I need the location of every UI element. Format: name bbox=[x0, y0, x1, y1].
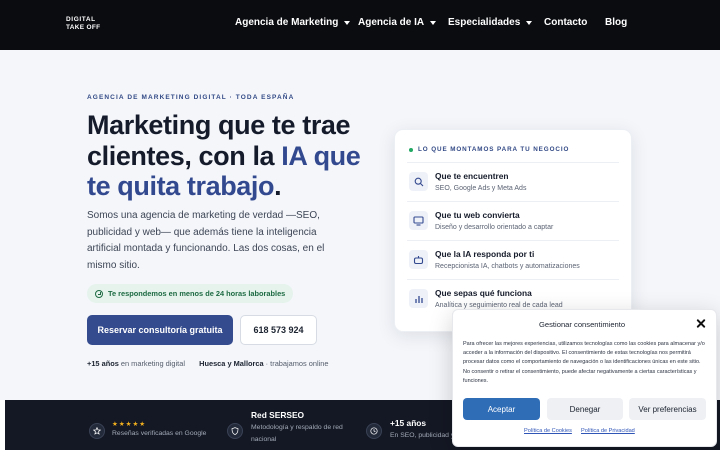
service-title: Que sepas qué funciona bbox=[435, 288, 532, 298]
services-card: LO QUE MONTAMOS PARA TU NEGOCIO Que te e… bbox=[394, 129, 632, 332]
chevron-down-icon bbox=[526, 20, 533, 25]
deny-button[interactable]: Denegar bbox=[547, 398, 623, 420]
nav-item-especialidades[interactable]: Especialidades bbox=[448, 17, 533, 28]
robot-icon bbox=[409, 250, 428, 269]
headline-line1: Marketing que te trae bbox=[87, 110, 351, 140]
service-item-web[interactable]: Que tu web convierta Diseño y desarrollo… bbox=[407, 201, 619, 239]
nav-item-label: Agencia de IA bbox=[358, 17, 425, 28]
headline-highlight: IA que bbox=[281, 140, 361, 171]
stat-location-text: · trabajamos online bbox=[263, 359, 329, 368]
cookie-consent-dialog: Gestionar consentimiento Para ofrecer la… bbox=[452, 309, 717, 447]
service-title: Que la IA responda por ti bbox=[435, 249, 535, 259]
serseo-text: Metodología y respaldo de red nacional bbox=[251, 424, 343, 443]
hero-headline: Marketing que te trae clientes, con la I… bbox=[87, 110, 361, 202]
chevron-down-icon bbox=[430, 20, 437, 25]
site-logo[interactable]: DIGITAL TAKE OFF bbox=[66, 16, 100, 31]
search-icon bbox=[409, 172, 428, 191]
stat-location-bold: Huesca y Mallorca bbox=[199, 359, 264, 368]
headline-line2-text: clientes, con la bbox=[87, 140, 282, 171]
trust-years: +15 años En SEO, publicidad y bbox=[390, 418, 454, 442]
preferences-button[interactable]: Ver preferencias bbox=[629, 398, 706, 420]
service-subtitle: Diseño y desarrollo orientado a captar bbox=[435, 224, 554, 231]
card-title-text: LO QUE MONTAMOS PARA TU NEGOCIO bbox=[418, 146, 570, 153]
bar-chart-icon bbox=[409, 289, 428, 308]
clock-icon bbox=[366, 423, 382, 439]
headline-line2: clientes, con la IA que bbox=[87, 140, 361, 172]
logo-line1: DIGITAL bbox=[66, 16, 96, 23]
hero-description: Somos una agencia de marketing de verdad… bbox=[87, 210, 325, 271]
clock-check-icon bbox=[95, 289, 103, 298]
response-time-badge: Te respondemos en menos de 24 horas labo… bbox=[87, 284, 294, 303]
nav-item-label: Especialidades bbox=[448, 17, 521, 28]
accept-button[interactable]: Aceptar bbox=[463, 398, 540, 420]
cookie-policy-link[interactable]: Política de Cookies bbox=[524, 428, 572, 434]
hero-eyebrow: AGENCIA DE MARKETING DIGITAL · TODA ESPA… bbox=[87, 94, 295, 101]
serseo-title: Red SERSEO bbox=[251, 410, 305, 420]
service-title: Que te encuentren bbox=[435, 171, 509, 181]
phone-button[interactable]: 618 573 924 bbox=[240, 315, 317, 345]
nav-item-blog[interactable]: Blog bbox=[605, 17, 627, 28]
service-subtitle: Analítica y seguimiento real de cada lea… bbox=[435, 302, 563, 309]
hero-stats: +15 años en marketing digital Huesca y M… bbox=[87, 359, 329, 368]
status-dot-icon bbox=[409, 147, 413, 152]
consent-title: Gestionar consentimiento bbox=[539, 320, 626, 329]
consent-body: Para ofrecer las mejores experiencias, u… bbox=[463, 341, 705, 384]
service-item-ia[interactable]: Que la IA responda por ti Recepcionista … bbox=[407, 240, 619, 278]
headline-highlight: te quita trabajo bbox=[87, 171, 275, 201]
headline-period: . bbox=[274, 171, 282, 201]
nav-item-agencia-marketing[interactable]: Agencia de Marketing bbox=[235, 17, 351, 28]
nav-item-label: Blog bbox=[605, 17, 628, 28]
nav-item-contacto[interactable]: Contacto bbox=[544, 17, 587, 28]
top-navbar: DIGITAL TAKE OFF Agencia de Marketing Ag… bbox=[0, 0, 720, 50]
nav-item-agencia-ia[interactable]: Agencia de IA bbox=[358, 17, 437, 28]
trust-serseo: Red SERSEO Metodología y respaldo de red… bbox=[251, 410, 351, 446]
nav-item-label: Contacto bbox=[544, 17, 588, 28]
trust-reviews: ★★★★★ Reseñas verificadas en Google bbox=[112, 420, 206, 440]
shield-check-icon bbox=[227, 423, 243, 439]
close-icon[interactable] bbox=[696, 319, 705, 328]
service-item-seo[interactable]: Que te encuentren SEO, Google Ads y Meta… bbox=[407, 162, 619, 200]
privacy-policy-link[interactable]: Política de Privacidad bbox=[581, 428, 635, 434]
stat-years-text: en marketing digital bbox=[118, 359, 185, 368]
years-title: +15 años bbox=[390, 418, 427, 428]
stat-years-bold: +15 años bbox=[87, 359, 119, 368]
reviews-text: Reseñas verificadas en Google bbox=[112, 430, 207, 437]
service-subtitle: Recepcionista IA, chatbots y automatizac… bbox=[435, 263, 580, 270]
card-title: LO QUE MONTAMOS PARA TU NEGOCIO bbox=[409, 146, 569, 153]
nav-item-label: Agencia de Marketing bbox=[235, 17, 339, 28]
logo-line2: TAKE OFF bbox=[66, 23, 101, 31]
headline-line3: te quita trabajo. bbox=[87, 171, 360, 202]
service-subtitle: SEO, Google Ads y Meta Ads bbox=[435, 185, 527, 192]
book-consultation-button[interactable]: Reservar consultoría gratuita bbox=[87, 315, 233, 345]
monitor-icon bbox=[409, 211, 428, 230]
service-title: Que tu web convierta bbox=[435, 210, 520, 220]
star-icon bbox=[89, 423, 105, 439]
chevron-down-icon bbox=[344, 20, 351, 25]
response-time-text: Te respondemos en menos de 24 horas labo… bbox=[108, 289, 286, 298]
years-text: En SEO, publicidad y bbox=[390, 432, 455, 439]
rating-stars: ★★★★★ bbox=[112, 421, 147, 428]
